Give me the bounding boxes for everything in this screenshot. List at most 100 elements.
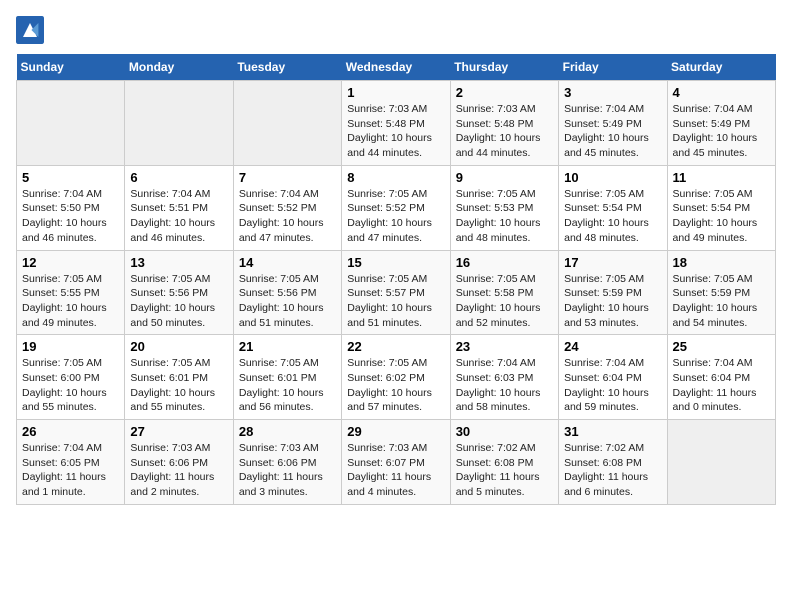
day-number: 8: [347, 170, 444, 185]
day-number: 10: [564, 170, 661, 185]
day-info: Sunrise: 7:03 AMSunset: 6:06 PMDaylight:…: [130, 441, 227, 500]
calendar-cell: 24 Sunrise: 7:04 AMSunset: 6:04 PMDayligh…: [559, 335, 667, 420]
calendar-cell: 31 Sunrise: 7:02 AMSunset: 6:08 PMDayligh…: [559, 420, 667, 505]
day-number: 28: [239, 424, 336, 439]
calendar-cell: 8 Sunrise: 7:05 AMSunset: 5:52 PMDaylight…: [342, 165, 450, 250]
calendar-week-row: 5 Sunrise: 7:04 AMSunset: 5:50 PMDaylight…: [17, 165, 776, 250]
day-info: Sunrise: 7:05 AMSunset: 5:58 PMDaylight:…: [456, 272, 553, 331]
day-info: Sunrise: 7:04 AMSunset: 6:04 PMDaylight:…: [564, 356, 661, 415]
day-number: 15: [347, 255, 444, 270]
calendar-cell: 9 Sunrise: 7:05 AMSunset: 5:53 PMDaylight…: [450, 165, 558, 250]
calendar-cell: 14Sunrise: 7:05 AMSunset: 5:56 PMDayligh…: [233, 250, 341, 335]
logo-icon: [16, 16, 44, 44]
day-number: 27: [130, 424, 227, 439]
day-info: Sunrise: 7:04 AMSunset: 5:49 PMDaylight:…: [564, 102, 661, 161]
calendar-cell: 11Sunrise: 7:05 AMSunset: 5:54 PMDayligh…: [667, 165, 775, 250]
calendar-cell: 2 Sunrise: 7:03 AMSunset: 5:48 PMDaylight…: [450, 81, 558, 166]
calendar-week-row: 19 Sunrise: 7:05 AMSunset: 6:00 PMDayligh…: [17, 335, 776, 420]
calendar-cell: 17 Sunrise: 7:05 AMSunset: 5:59 PMDayligh…: [559, 250, 667, 335]
calendar-cell: 28 Sunrise: 7:03 AMSunset: 6:06 PMDayligh…: [233, 420, 341, 505]
calendar-cell: 12Sunrise: 7:05 AMSunset: 5:55 PMDayligh…: [17, 250, 125, 335]
calendar-cell: 19 Sunrise: 7:05 AMSunset: 6:00 PMDayligh…: [17, 335, 125, 420]
day-info: Sunrise: 7:05 AMSunset: 5:56 PMDaylight:…: [239, 272, 336, 331]
calendar-cell: 20 Sunrise: 7:05 AMSunset: 6:01 PMDayligh…: [125, 335, 233, 420]
calendar-cell: 7 Sunrise: 7:04 AMSunset: 5:52 PMDaylight…: [233, 165, 341, 250]
day-info: Sunrise: 7:05 AMSunset: 5:55 PMDaylight:…: [22, 272, 119, 331]
calendar-week-row: 26Sunrise: 7:04 AMSunset: 6:05 PMDayligh…: [17, 420, 776, 505]
weekday-header-wednesday: Wednesday: [342, 54, 450, 81]
calendar-table: SundayMondayTuesdayWednesdayThursdayFrid…: [16, 54, 776, 505]
calendar-cell: 23 Sunrise: 7:04 AMSunset: 6:03 PMDayligh…: [450, 335, 558, 420]
day-info: Sunrise: 7:05 AMSunset: 5:53 PMDaylight:…: [456, 187, 553, 246]
logo: [16, 16, 48, 44]
calendar-cell: 1Sunrise: 7:03 AMSunset: 5:48 PMDaylight…: [342, 81, 450, 166]
calendar-cell: 16Sunrise: 7:05 AMSunset: 5:58 PMDayligh…: [450, 250, 558, 335]
day-info: Sunrise: 7:03 AMSunset: 5:48 PMDaylight:…: [456, 102, 553, 161]
day-number: 21: [239, 339, 336, 354]
calendar-week-row: 12Sunrise: 7:05 AMSunset: 5:55 PMDayligh…: [17, 250, 776, 335]
weekday-header-tuesday: Tuesday: [233, 54, 341, 81]
day-number: 5: [22, 170, 119, 185]
day-info: Sunrise: 7:05 AMSunset: 5:57 PMDaylight:…: [347, 272, 444, 331]
calendar-cell: 26Sunrise: 7:04 AMSunset: 6:05 PMDayligh…: [17, 420, 125, 505]
calendar-cell: 27 Sunrise: 7:03 AMSunset: 6:06 PMDayligh…: [125, 420, 233, 505]
calendar-cell: 3 Sunrise: 7:04 AMSunset: 5:49 PMDaylight…: [559, 81, 667, 166]
calendar-header: SundayMondayTuesdayWednesdayThursdayFrid…: [17, 54, 776, 81]
day-info: Sunrise: 7:05 AMSunset: 6:01 PMDaylight:…: [130, 356, 227, 415]
calendar-body: 1 Sunrise: 7:03 AMSunset: 5:48 PMDaylight…: [17, 81, 776, 505]
day-number: 23: [456, 339, 553, 354]
day-info: Sunrise: 7:03 AMSunset: 6:07 PMDaylight:…: [347, 441, 444, 500]
weekday-header-sunday: Sunday: [17, 54, 125, 81]
page-header: [16, 16, 776, 44]
calendar-week-row: 1 Sunrise: 7:03 AMSunset: 5:48 PMDaylight…: [17, 81, 776, 166]
weekday-header-friday: Friday: [559, 54, 667, 81]
day-number: 2: [456, 85, 553, 100]
day-number: 17: [564, 255, 661, 270]
day-number: 29: [347, 424, 444, 439]
calendar-cell: 15 Sunrise: 7:05 AMSunset: 5:57 PMDayligh…: [342, 250, 450, 335]
day-info: Sunrise: 7:05 AMSunset: 6:02 PMDaylight:…: [347, 356, 444, 415]
weekday-header-thursday: Thursday: [450, 54, 558, 81]
day-info: Sunrise: 7:03 AMSunset: 6:06 PMDaylight:…: [239, 441, 336, 500]
day-number: 30: [456, 424, 553, 439]
calendar-cell: 6Sunrise: 7:04 AMSunset: 5:51 PMDaylight…: [125, 165, 233, 250]
calendar-cell: 29 Sunrise: 7:03 AMSunset: 6:07 PMDayligh…: [342, 420, 450, 505]
day-info: Sunrise: 7:05 AMSunset: 5:56 PMDaylight:…: [130, 272, 227, 331]
day-info: Sunrise: 7:05 AMSunset: 5:59 PMDaylight:…: [564, 272, 661, 331]
day-number: 3: [564, 85, 661, 100]
day-info: Sunrise: 7:04 AMSunset: 5:50 PMDaylight:…: [22, 187, 119, 246]
calendar-cell: [667, 420, 775, 505]
day-info: Sunrise: 7:05 AMSunset: 5:54 PMDaylight:…: [564, 187, 661, 246]
weekday-header-saturday: Saturday: [667, 54, 775, 81]
day-number: 19: [22, 339, 119, 354]
weekday-header-monday: Monday: [125, 54, 233, 81]
day-info: Sunrise: 7:02 AMSunset: 6:08 PMDaylight:…: [564, 441, 661, 500]
day-info: Sunrise: 7:04 AMSunset: 5:51 PMDaylight:…: [130, 187, 227, 246]
day-info: Sunrise: 7:05 AMSunset: 5:52 PMDaylight:…: [347, 187, 444, 246]
day-number: 7: [239, 170, 336, 185]
day-number: 20: [130, 339, 227, 354]
day-number: 22: [347, 339, 444, 354]
day-info: Sunrise: 7:04 AMSunset: 5:52 PMDaylight:…: [239, 187, 336, 246]
day-number: 9: [456, 170, 553, 185]
day-number: 24: [564, 339, 661, 354]
day-number: 13: [130, 255, 227, 270]
day-number: 25: [673, 339, 770, 354]
day-info: Sunrise: 7:05 AMSunset: 5:59 PMDaylight:…: [673, 272, 770, 331]
day-number: 26: [22, 424, 119, 439]
calendar-cell: 22 Sunrise: 7:05 AMSunset: 6:02 PMDayligh…: [342, 335, 450, 420]
day-info: Sunrise: 7:05 AMSunset: 6:01 PMDaylight:…: [239, 356, 336, 415]
day-number: 11: [673, 170, 770, 185]
day-info: Sunrise: 7:05 AMSunset: 6:00 PMDaylight:…: [22, 356, 119, 415]
day-info: Sunrise: 7:04 AMSunset: 6:04 PMDaylight:…: [673, 356, 770, 415]
calendar-cell: 4Sunrise: 7:04 AMSunset: 5:49 PMDaylight…: [667, 81, 775, 166]
calendar-cell: [233, 81, 341, 166]
day-info: Sunrise: 7:04 AMSunset: 6:03 PMDaylight:…: [456, 356, 553, 415]
day-number: 1: [347, 85, 444, 100]
calendar-cell: 18 Sunrise: 7:05 AMSunset: 5:59 PMDayligh…: [667, 250, 775, 335]
day-info: Sunrise: 7:02 AMSunset: 6:08 PMDaylight:…: [456, 441, 553, 500]
day-number: 18: [673, 255, 770, 270]
day-number: 31: [564, 424, 661, 439]
calendar-cell: 21 Sunrise: 7:05 AMSunset: 6:01 PMDayligh…: [233, 335, 341, 420]
weekday-header-row: SundayMondayTuesdayWednesdayThursdayFrid…: [17, 54, 776, 81]
